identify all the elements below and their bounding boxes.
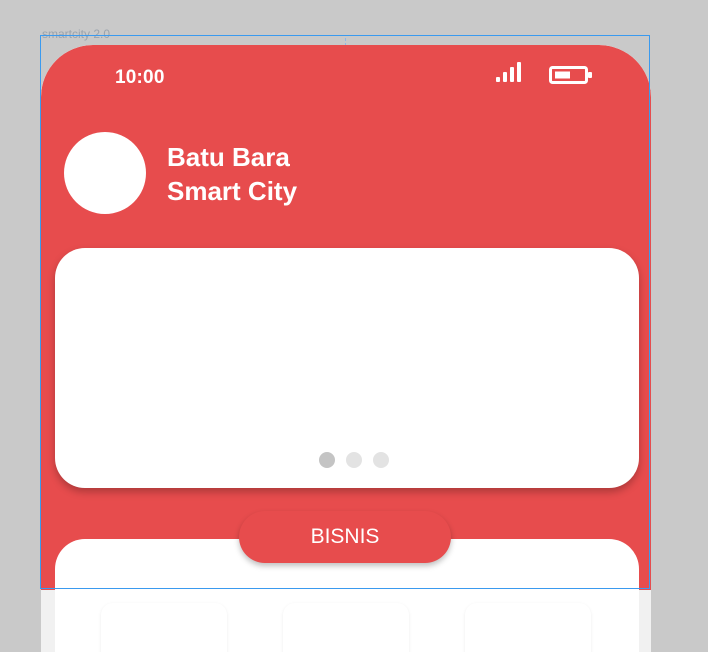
carousel-dot-2[interactable] xyxy=(346,452,362,468)
menu-tile-1[interactable] xyxy=(101,603,227,652)
bisnis-section-button[interactable]: BISNIS xyxy=(239,511,451,563)
app-title: Batu Bara Smart City xyxy=(167,140,297,208)
design-canvas: smartcity 2.0 10:00 Batu Bara Smart City xyxy=(0,0,708,652)
carousel-indicator xyxy=(319,452,389,468)
carousel-dot-1[interactable] xyxy=(319,452,335,468)
banner-carousel[interactable] xyxy=(55,248,639,488)
avatar[interactable] xyxy=(64,132,146,214)
app-title-line-1: Batu Bara xyxy=(167,142,290,172)
status-time: 10:00 xyxy=(115,67,165,88)
artboard-label[interactable]: smartcity 2.0 xyxy=(42,27,110,41)
battery-icon xyxy=(549,66,592,84)
carousel-dot-3[interactable] xyxy=(373,452,389,468)
menu-tile-3[interactable] xyxy=(465,603,591,652)
phone-screen: 10:00 Batu Bara Smart City BISNIS xyxy=(41,45,651,652)
signal-icon xyxy=(496,62,521,82)
menu-tile-2[interactable] xyxy=(283,603,409,652)
app-title-line-2: Smart City xyxy=(167,176,298,206)
